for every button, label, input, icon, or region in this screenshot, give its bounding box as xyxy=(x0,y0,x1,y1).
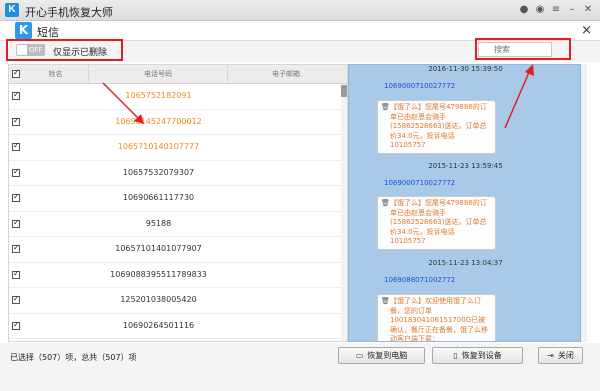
table-row[interactable]: 1069088395511789833 xyxy=(9,263,347,288)
window-titlebar: K 开心手机恢复大师 ● ◉ ≡ – ✕ xyxy=(0,0,600,21)
table-row[interactable]: 1065710140107777 xyxy=(9,135,347,161)
column-name[interactable]: 姓名 xyxy=(23,65,89,84)
message-bubble: 🗑 【饿了么】您尾号479886的订单已由赵恩会骑手(15862528663)送达… xyxy=(377,196,496,250)
row-checkbox[interactable] xyxy=(12,116,20,126)
row-checkbox[interactable] xyxy=(12,90,20,100)
restore-to-pc-label: 恢复到电脑 xyxy=(367,351,408,360)
arrow-line xyxy=(102,82,141,121)
phone-number: 10690264501116 xyxy=(122,320,195,330)
message-text: 【饿了么】您尾号479886的订单已由赵恩会骑手(15862528663)送达，… xyxy=(390,103,487,149)
chat-icon[interactable]: ◉ xyxy=(534,4,546,16)
table-row[interactable]: 95188 xyxy=(9,212,347,237)
titlebar-icons: ● ◉ ≡ – ✕ xyxy=(518,4,594,16)
message-sender: 1069088071002772 xyxy=(384,276,456,284)
annotation-arrow-right xyxy=(504,64,534,129)
selection-status: 已选择（507）项，总共（507）项 xyxy=(10,353,137,362)
message-text: 【饿了么】欢迎使用饿了么订餐，您的订单10018304106151700G已被确… xyxy=(390,297,488,342)
message-time: 2016-11-30 15:39:50 xyxy=(428,65,503,73)
phone-number: 10657101401077907 xyxy=(115,244,202,253)
arrow-head xyxy=(525,64,534,76)
bottom-bar: 已选择（507）项，总共（507）项 ▭ 恢复到电脑 ▯ 恢复到设备 ⇥ 关闭 xyxy=(0,343,600,391)
message-time: 2015-11-23 13:59:45 xyxy=(428,162,503,170)
computer-icon: ▭ xyxy=(355,351,364,360)
delete-icon: 🗑 xyxy=(381,297,390,305)
table-row[interactable]: 1065752182091 xyxy=(9,84,347,110)
phone-number: 10657532079307 xyxy=(122,167,195,177)
restore-to-device-label: 恢复到设备 xyxy=(461,351,502,360)
menu-icon[interactable]: ≡ xyxy=(550,4,562,16)
toggle-label: OFF xyxy=(29,46,43,54)
restore-to-pc-button[interactable]: ▭ 恢复到电脑 xyxy=(338,347,425,364)
phone-number: 1069088395511789833 xyxy=(110,269,207,279)
wechat-icon[interactable]: ● xyxy=(518,4,530,16)
panel-logo-icon: K xyxy=(15,22,32,39)
filter-bar: OFF 仅显示已删除 ⌕ xyxy=(0,38,600,62)
phone-number: 95188 xyxy=(145,218,172,228)
panel-title: 短信 xyxy=(37,26,59,39)
table-row[interactable]: 10690661117730 xyxy=(9,186,347,212)
message-sender: 1069000710027772 xyxy=(384,82,456,90)
row-checkbox[interactable] xyxy=(12,192,20,202)
table-row[interactable]: 10657101401077907 xyxy=(9,237,347,263)
message-scrollbar[interactable] xyxy=(581,64,587,342)
app-logo-icon: K xyxy=(5,3,19,17)
minimize-icon[interactable]: – xyxy=(566,4,578,16)
table-row[interactable]: 125201038005420 xyxy=(9,288,347,314)
contact-table: 姓名 电话号码 电子邮箱 106575218209110690145247700… xyxy=(8,64,348,342)
delete-icon: 🗑 xyxy=(381,103,390,111)
message-sender: 1069000710027772 xyxy=(384,179,456,187)
arrow-line xyxy=(504,69,531,129)
table-header: 姓名 电话号码 电子邮箱 xyxy=(9,65,347,84)
table-scrollbar[interactable] xyxy=(341,84,347,341)
message-bubble: 🗑 【饿了么】欢迎使用饿了么订餐，您的订单10018304106151700G已被… xyxy=(377,294,496,342)
phone-number: 125201038005420 xyxy=(120,295,197,304)
message-panel: 2016-11-30 15:39:50 1069000710027772 🗑 【饿… xyxy=(348,64,581,342)
row-checkbox[interactable] xyxy=(12,294,20,304)
app-title: 开心手机恢复大师 xyxy=(25,6,113,19)
phone-number: 1065710140107777 xyxy=(117,142,200,151)
close-button[interactable]: ⇥ 关闭 xyxy=(538,347,583,364)
close-label: 关闭 xyxy=(557,351,574,360)
search-input[interactable] xyxy=(478,42,552,57)
delete-icon: 🗑 xyxy=(381,199,390,207)
device-icon: ▯ xyxy=(453,351,458,360)
table-row[interactable]: 10690264501116 xyxy=(9,314,347,339)
table-body: 106575218209110690145247700012 1065710140… xyxy=(9,84,347,339)
restore-to-device-button[interactable]: ▯ 恢复到设备 xyxy=(432,347,523,364)
message-time: 2015-11-23 13:04:37 xyxy=(428,259,503,267)
phone-number: 10690661117730 xyxy=(122,193,195,202)
row-checkbox[interactable] xyxy=(12,320,20,330)
table-row[interactable]: 10690145247700012 xyxy=(9,110,347,135)
row-checkbox[interactable] xyxy=(12,167,20,177)
column-email[interactable]: 电子邮箱 xyxy=(228,65,344,84)
select-all-checkbox[interactable] xyxy=(12,68,20,78)
message-bubble: 🗑 【饿了么】您尾号479886的订单已由赵恩会骑手(15862528663)送达… xyxy=(377,100,496,154)
message-text: 【饿了么】您尾号479886的订单已由赵恩会骑手(15862528663)送达，… xyxy=(390,199,487,245)
close-window-icon[interactable]: ✕ xyxy=(582,4,594,16)
row-checkbox[interactable] xyxy=(12,269,20,279)
deleted-only-label: 仅显示已删除 xyxy=(53,48,108,58)
row-checkbox[interactable] xyxy=(12,141,20,151)
row-checkbox[interactable] xyxy=(12,243,20,253)
row-checkbox[interactable] xyxy=(12,218,20,228)
deleted-only-toggle[interactable]: OFF xyxy=(16,44,45,56)
close-panel-icon[interactable]: × xyxy=(581,23,592,38)
table-scroll-thumb[interactable] xyxy=(341,85,347,97)
table-row[interactable]: 10657532079307 xyxy=(9,161,347,186)
annotation-arrow-left xyxy=(102,82,144,124)
exit-icon: ⇥ xyxy=(547,351,554,360)
